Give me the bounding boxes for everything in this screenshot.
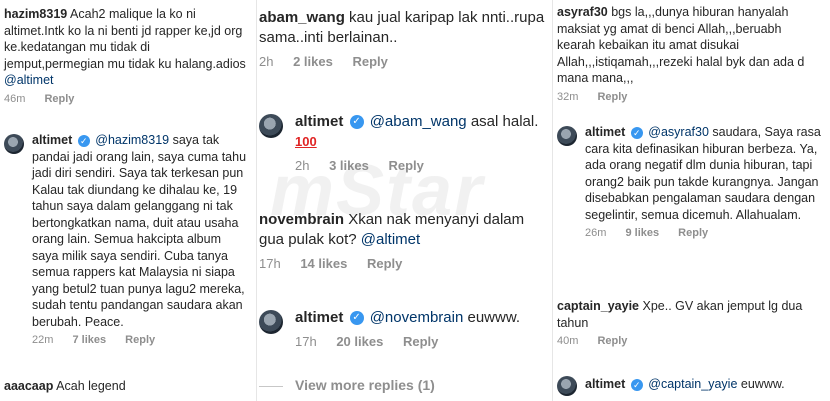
comment-username[interactable]: aaacaap <box>4 379 53 393</box>
comment-time: 22m <box>32 334 54 346</box>
avatar[interactable] <box>259 310 283 334</box>
reply-comment: altimet ✓ @novembrain euwww. 17h 20 like… <box>295 308 547 349</box>
comment-username[interactable]: altimet <box>32 133 72 147</box>
reply-button[interactable]: Reply <box>367 256 402 271</box>
comment-time: 17h <box>259 256 281 271</box>
mention-link[interactable]: @asyraf30 <box>648 125 709 139</box>
comment: hazim8319 Acah2 malique la ko ni altimet… <box>4 6 248 105</box>
comment-username[interactable]: altimet <box>585 125 625 139</box>
reply-button[interactable]: Reply <box>597 335 627 347</box>
likes-count[interactable]: 2 likes <box>293 54 333 69</box>
comment: aaacaap Acah legend <box>4 378 248 395</box>
mention-link[interactable]: @altimet <box>361 231 420 248</box>
comment-text: Acah legend <box>56 379 126 393</box>
comment-column-1: hazim8319 Acah2 malique la ko ni altimet… <box>0 0 256 401</box>
comment-time: 2h <box>259 54 274 69</box>
comment-time: 32m <box>557 90 579 103</box>
likes-count[interactable]: 14 likes <box>300 256 347 271</box>
divider-line <box>259 385 283 387</box>
comment: asyraf30 bgs la,,,dunya hiburan hanyalah… <box>557 4 823 103</box>
verified-badge-icon: ✓ <box>77 134 90 147</box>
view-more-replies-button[interactable]: View more replies (1) <box>259 377 435 393</box>
comment: novembrain Xkan nak menyanyi dalam gua p… <box>259 210 545 271</box>
verified-badge-icon: ✓ <box>349 115 364 130</box>
reply-button[interactable]: Reply <box>125 334 155 346</box>
verified-badge-icon: ✓ <box>349 311 364 326</box>
avatar[interactable] <box>557 376 577 396</box>
mention-link[interactable]: @novembrain <box>370 309 464 326</box>
comment-time: 2h <box>295 158 310 173</box>
comment-column-3: asyraf30 bgs la,,,dunya hiburan hanyalah… <box>552 0 830 401</box>
verified-badge-icon: ✓ <box>630 378 643 391</box>
comment-username[interactable]: altimet <box>295 113 343 130</box>
mention-link[interactable]: @abam_wang <box>370 113 467 130</box>
comment-text: saudara, Saya rasa cara kita definasikan… <box>585 125 821 222</box>
comment-username[interactable]: abam_wang <box>259 9 345 26</box>
reply-button[interactable]: Reply <box>44 93 74 105</box>
hundred-points-emoji: 100 <box>295 134 317 149</box>
reply-comment: altimet ✓ @hazim8319 saya tak pandai jad… <box>32 132 250 346</box>
verified-badge-icon: ✓ <box>630 126 643 139</box>
comment-time: 46m <box>4 92 26 105</box>
comment-time: 17h <box>295 334 317 349</box>
comment-username[interactable]: altimet <box>585 377 625 391</box>
view-more-label: View more replies (1) <box>295 377 435 393</box>
avatar[interactable] <box>4 134 24 154</box>
comment-text: asal halal. <box>470 113 539 130</box>
likes-count[interactable]: 9 likes <box>625 227 659 239</box>
reply-button[interactable]: Reply <box>403 334 438 349</box>
reply-button[interactable]: Reply <box>352 54 387 69</box>
comment-time: 40m <box>557 335 579 347</box>
comment: abam_wang kau jual karipap lak nnti..rup… <box>259 8 545 69</box>
likes-count[interactable]: 20 likes <box>336 334 383 349</box>
comment-username[interactable]: altimet <box>295 309 343 326</box>
comment-column-2: abam_wang kau jual karipap lak nnti..rup… <box>256 0 553 401</box>
reply-button[interactable]: Reply <box>388 158 423 173</box>
reply-comment: altimet ✓ @captain_yayie euwww. <box>585 376 823 393</box>
comment-text: euwww. <box>467 309 521 326</box>
mention-link[interactable]: @altimet <box>4 73 54 87</box>
avatar[interactable] <box>557 126 577 146</box>
reply-comment: altimet ✓ @abam_wang asal halal. 100 2h … <box>295 112 547 173</box>
likes-count[interactable]: 3 likes <box>329 158 369 173</box>
comment: captain_yayie Xpe.. GV akan jemput lg du… <box>557 298 823 347</box>
comment-username[interactable]: novembrain <box>259 211 344 228</box>
likes-count[interactable]: 7 likes <box>72 334 106 346</box>
comment-username[interactable]: captain_yayie <box>557 299 639 313</box>
comment-text: euwww. <box>740 377 785 391</box>
reply-comment: altimet ✓ @asyraf30 saudara, Saya rasa c… <box>585 124 823 239</box>
reply-button[interactable]: Reply <box>597 91 627 103</box>
comment-username[interactable]: hazim8319 <box>4 7 67 21</box>
mention-link[interactable]: @hazim8319 <box>95 133 169 147</box>
comment-username[interactable]: asyraf30 <box>557 5 608 19</box>
comment-time: 26m <box>585 227 607 239</box>
mention-link[interactable]: @captain_yayie <box>648 377 737 391</box>
reply-button[interactable]: Reply <box>678 227 708 239</box>
avatar[interactable] <box>259 114 283 138</box>
comment-text: saya tak pandai jadi orang lain, saya cu… <box>32 133 247 329</box>
